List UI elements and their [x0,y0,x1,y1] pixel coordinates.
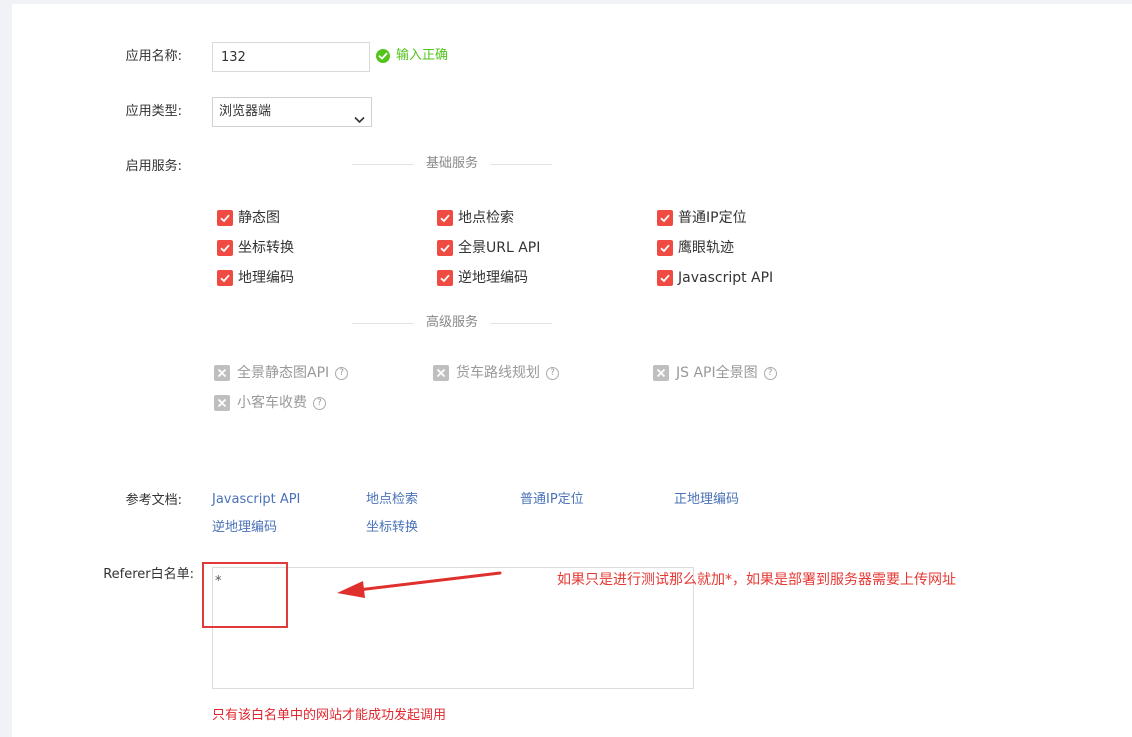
help-icon[interactable]: ? [763,366,777,380]
advanced-service-label: 全景静态图API [237,365,330,381]
service-label: 静态图 [238,210,280,226]
doc-label: 参考文档: [125,493,182,508]
service-label: 地点检索 [458,210,514,226]
basic-services-title: 基础服务 [413,156,490,171]
app-name-input[interactable] [212,42,370,72]
annotation-text: 如果只是进行测试那么就加*，如果是部署到服务器需要上传网址 [557,572,956,588]
advanced-service-label: 货车路线规划 [456,365,540,381]
checkbox-checked-icon[interactable] [217,270,233,286]
app-type-label: 应用类型: [125,104,182,119]
checkbox-checked-icon[interactable] [657,210,673,226]
doc-link[interactable]: 地点检索 [366,491,418,509]
doc-link[interactable]: 正地理编码 [674,491,739,509]
advanced-services-title: 高级服务 [413,315,490,330]
referer-hint: 只有该白名单中的网站才能成功发起调用 [212,708,447,723]
service-label: 全景URL API [458,240,541,256]
checkbox-disabled-icon [214,365,230,381]
checkbox-disabled-icon [433,365,449,381]
checkbox-checked-icon[interactable] [657,270,673,286]
service-label: 地理编码 [238,270,294,286]
service-label: 普通IP定位 [678,210,747,226]
doc-link[interactable]: 普通IP定位 [520,491,584,509]
service-label: 坐标转换 [238,240,294,256]
app-name-valid-text: 输入正确 [396,48,449,63]
checkbox-checked-icon[interactable] [217,240,233,256]
check-circle-icon [376,49,390,63]
service-label: Javascript API [678,270,774,286]
basic-services-divider: 基础服务 [352,155,552,173]
checkbox-checked-icon[interactable] [437,210,453,226]
chevron-down-icon [354,107,365,135]
checkbox-checked-icon[interactable] [217,210,233,226]
app-type-value: 浏览器端 [219,104,272,119]
advanced-service-label: 小客车收费 [237,395,307,411]
app-name-label: 应用名称: [125,49,182,64]
checkbox-disabled-icon [214,395,230,411]
referer-label: Referer白名单: [103,567,194,582]
checkbox-checked-icon[interactable] [437,270,453,286]
service-label: 逆地理编码 [458,270,528,286]
help-icon[interactable]: ? [335,366,349,380]
checkbox-disabled-icon [653,365,669,381]
annotation-arrow [337,571,502,598]
help-icon[interactable]: ? [313,396,326,410]
services-label: 启用服务: [125,159,182,174]
highlight-box [202,562,288,628]
advanced-services-divider: 高级服务 [352,314,552,332]
advanced-service-label: JS API全景图 [676,365,758,381]
doc-link[interactable]: Javascript API [212,491,300,509]
checkbox-checked-icon[interactable] [437,240,453,256]
checkbox-checked-icon[interactable] [657,240,673,256]
help-icon[interactable]: ? [546,366,559,380]
app-type-select[interactable]: 浏览器端 [212,97,372,127]
service-label: 鹰眼轨迹 [678,240,734,256]
doc-link[interactable]: 坐标转换 [366,519,418,537]
doc-link[interactable]: 逆地理编码 [212,519,277,537]
